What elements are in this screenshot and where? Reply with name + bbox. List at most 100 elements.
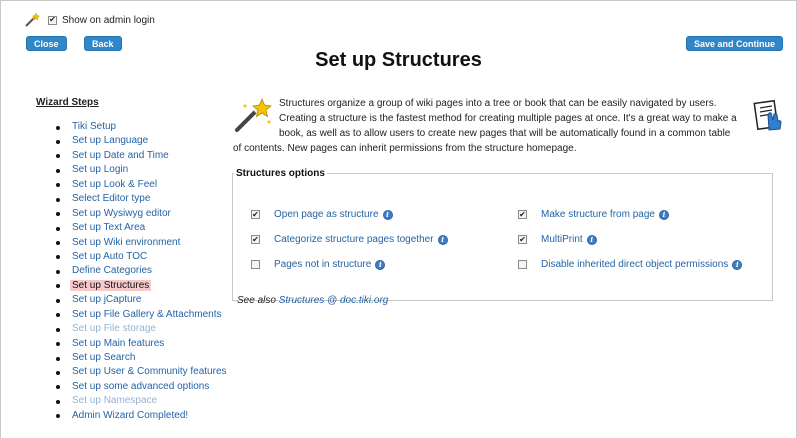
- structures-options-fieldset: Structures options ✔ Open page as struct…: [232, 168, 773, 306]
- info-icon[interactable]: i: [382, 209, 393, 220]
- bullet-icon: [56, 414, 60, 419]
- wizard-step-label[interactable]: Define Categories: [72, 265, 152, 276]
- frame-top-border: [0, 0, 797, 1]
- bullet-icon: [56, 226, 60, 231]
- wizard-step-label: Set up Structures: [70, 279, 152, 291]
- wizard-step-item[interactable]: Set up Main features: [52, 337, 227, 351]
- wizard-step-label[interactable]: Set up jCapture: [72, 294, 142, 305]
- wizard-step-item[interactable]: Set up Wysiwyg editor: [52, 207, 227, 221]
- wizard-step-item[interactable]: Define Categories: [52, 264, 227, 278]
- bullet-icon: [56, 183, 60, 188]
- wizard-step-item[interactable]: Set up Language: [52, 134, 227, 148]
- multiprint-label[interactable]: MultiPrint: [541, 234, 583, 245]
- wizard-steps-title: Wizard Steps: [36, 97, 99, 108]
- bullet-icon: [56, 241, 60, 245]
- bullet-icon: [56, 255, 60, 260]
- wizard-step-item[interactable]: Set up some advanced options: [52, 380, 227, 394]
- bullet-icon: [56, 342, 60, 347]
- wizard-step-label[interactable]: Set up Language: [72, 135, 148, 146]
- magic-wand-icon: [235, 98, 272, 132]
- wizard-step-item[interactable]: Set up Wiki environment: [52, 236, 227, 250]
- wizard-step-label[interactable]: Set up User & Community features: [72, 366, 227, 377]
- pages-not-in-structure-checkbox[interactable]: ✔: [251, 260, 260, 269]
- wizard-step-item[interactable]: Set up File Gallery & Attachments: [52, 308, 227, 322]
- option-disable-inherited-permissions: ✔ Disable inherited direct object permis…: [518, 259, 743, 270]
- categorize-structure-pages-checkbox[interactable]: ✔: [251, 235, 260, 244]
- admin-login-bar: ✔ Show on admin login: [24, 12, 155, 28]
- wizard-step-label[interactable]: Set up Wiki environment: [72, 237, 180, 248]
- info-icon[interactable]: i: [586, 234, 597, 245]
- wizard-step-label[interactable]: Set up File Gallery & Attachments: [72, 309, 222, 320]
- wizard-step-item[interactable]: Set up Auto TOC: [52, 250, 227, 264]
- wizard-step-label: Set up File storage: [72, 323, 156, 335]
- info-icon[interactable]: i: [658, 209, 669, 220]
- disable-inherited-permissions-label[interactable]: Disable inherited direct object permissi…: [541, 259, 728, 270]
- info-icon[interactable]: i: [732, 259, 743, 270]
- wizard-step-item[interactable]: Select Editor type: [52, 192, 227, 206]
- wizard-step-item[interactable]: Tiki Setup: [52, 120, 227, 134]
- wizard-step-item[interactable]: Set up Text Area: [52, 221, 227, 235]
- wizard-step-label[interactable]: Set up Login: [72, 164, 128, 175]
- categorize-structure-pages-label[interactable]: Categorize structure pages together: [274, 234, 434, 245]
- bullet-icon: [56, 284, 60, 289]
- intro-text: Structures organize a group of wiki page…: [233, 98, 737, 154]
- wizard-step-item: Set up Namespace: [52, 394, 227, 408]
- wizard-step-label[interactable]: Set up Text Area: [72, 222, 145, 233]
- documentation-icon[interactable]: [753, 99, 783, 131]
- see-also-link[interactable]: Structures @ doc.tiki.org: [279, 295, 389, 306]
- show-on-admin-login-label: Show on admin login: [62, 14, 155, 26]
- wizard-step-item[interactable]: Set up Date and Time: [52, 149, 227, 163]
- intro-section: Structures organize a group of wiki page…: [233, 96, 741, 156]
- make-structure-from-page-label[interactable]: Make structure from page: [541, 209, 655, 220]
- make-structure-from-page-checkbox[interactable]: ✔: [518, 210, 527, 219]
- wizard-step-item[interactable]: Admin Wizard Completed!: [52, 409, 227, 423]
- bullet-icon: [56, 399, 60, 404]
- wizard-step-label[interactable]: Set up Auto TOC: [72, 251, 147, 262]
- info-icon[interactable]: i: [437, 234, 448, 245]
- wizard-step-label: Set up Namespace: [72, 395, 158, 407]
- wizard-step-item[interactable]: Set up User & Community features: [52, 365, 227, 379]
- multiprint-checkbox[interactable]: ✔: [518, 235, 527, 244]
- disable-inherited-permissions-checkbox[interactable]: ✔: [518, 260, 527, 269]
- wizard-step-item[interactable]: Set up Login: [52, 163, 227, 177]
- wizard-step-label[interactable]: Select Editor type: [72, 193, 150, 204]
- open-page-as-structure-checkbox[interactable]: ✔: [251, 210, 260, 219]
- see-also-prefix: See also: [237, 295, 279, 306]
- show-on-admin-login-checkbox[interactable]: ✔: [48, 15, 57, 25]
- bullet-icon: [56, 154, 60, 159]
- wizard-step-label[interactable]: Tiki Setup: [72, 121, 116, 132]
- bullet-icon: [56, 269, 60, 274]
- wizard-step-label[interactable]: Admin Wizard Completed!: [72, 410, 188, 421]
- wizard-step-label[interactable]: Set up some advanced options: [72, 381, 209, 392]
- bullet-icon: [56, 313, 60, 318]
- wizard-steps-list: Tiki Setup Set up Language Set up Date and…: [52, 120, 227, 423]
- bullet-icon: [56, 298, 60, 303]
- bullet-icon: [56, 168, 60, 173]
- option-open-page-as-structure: ✔ Open page as structure i: [251, 209, 393, 220]
- option-pages-not-in-structure: ✔ Pages not in structure i: [251, 259, 386, 270]
- wizard-step-item: Set up File storage: [52, 322, 227, 336]
- bullet-icon: [56, 212, 60, 217]
- pages-not-in-structure-label[interactable]: Pages not in structure: [274, 259, 371, 270]
- magic-wand-icon: [25, 12, 40, 27]
- wizard-step-item: Set up Structures: [52, 279, 227, 293]
- wizard-step-label[interactable]: Set up Wysiwyg editor: [72, 208, 171, 219]
- wizard-step-label[interactable]: Set up Look & Feel: [72, 179, 157, 190]
- wizard-step-item[interactable]: Set up Look & Feel: [52, 178, 227, 192]
- option-multiprint: ✔ MultiPrint i: [518, 234, 597, 245]
- wizard-step-label[interactable]: Set up Main features: [72, 338, 164, 349]
- option-make-structure-from-page: ✔ Make structure from page i: [518, 209, 669, 220]
- bullet-icon: [56, 197, 60, 202]
- wizard-step-item[interactable]: Set up jCapture: [52, 293, 227, 307]
- wizard-step-label[interactable]: Set up Date and Time: [72, 150, 169, 161]
- bullet-icon: [56, 125, 60, 130]
- wizard-step-item[interactable]: Set up Search: [52, 351, 227, 365]
- bullet-icon: [56, 356, 60, 361]
- bullet-icon: [56, 385, 60, 390]
- bullet-icon: [56, 327, 60, 332]
- wizard-step-label[interactable]: Set up Search: [72, 352, 135, 363]
- info-icon[interactable]: i: [375, 259, 386, 270]
- see-also-note: See also Structures @ doc.tiki.org: [237, 295, 388, 306]
- open-page-as-structure-label[interactable]: Open page as structure: [274, 209, 379, 220]
- option-categorize-structure-pages: ✔ Categorize structure pages together i: [251, 234, 448, 245]
